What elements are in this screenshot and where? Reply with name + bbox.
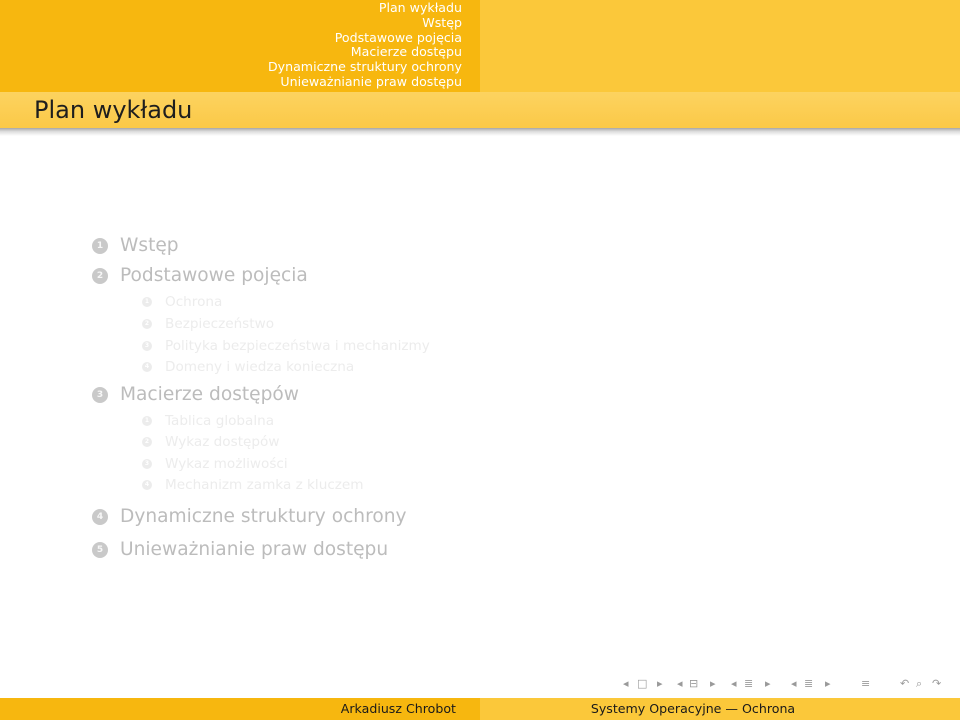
section-number: 3 (92, 387, 108, 403)
section-label: Wstęp (120, 235, 179, 256)
part-icon[interactable]: ≣ (804, 674, 813, 694)
back-icon[interactable]: ↶ (900, 674, 909, 694)
footer-title-panel: Systemy Operacyjne — Ochrona (480, 698, 960, 720)
next-frame-icon[interactable]: ▸ (657, 674, 663, 694)
subsection-label: Ochrona (165, 294, 223, 310)
next-section-icon[interactable]: ▸ (765, 674, 771, 694)
subsection-label: Mechanizm zamka z kluczem (165, 477, 364, 493)
subsection-number: 3 (142, 341, 152, 351)
prev-frame-icon[interactable]: ◂ (623, 674, 629, 694)
next-part-icon[interactable]: ▸ (825, 674, 831, 694)
section-label: Unieważnianie praw dostępu (120, 539, 389, 560)
subsection-label: Wykaz możliwości (165, 456, 288, 472)
prev-section-icon[interactable]: ◂ (731, 674, 737, 694)
subsection-number: 4 (142, 362, 152, 372)
subsection-number: 1 (142, 297, 152, 307)
section-icon[interactable]: ≣ (744, 674, 753, 694)
section-label: Macierze dostępów (120, 384, 300, 405)
next-subsection-icon[interactable]: ▸ (710, 674, 716, 694)
forward-icon[interactable]: ↷ (932, 674, 941, 694)
section-label: Podstawowe pojęcia (120, 265, 308, 286)
prev-part-icon[interactable]: ◂ (791, 674, 797, 694)
subsection-icon[interactable]: ⊟ (689, 674, 698, 694)
subsection-label: Tablica globalna (165, 413, 275, 429)
subsection-number: 2 (142, 437, 152, 447)
section-label: Dynamiczne struktury ochrony (120, 506, 407, 527)
footer-title: Systemy Operacyjne — Ochrona (590, 701, 796, 716)
subsection-number: 3 (142, 459, 152, 469)
section-number: 2 (92, 268, 108, 284)
navigation-symbols: ◂ □ ▸ ◂ ⊟ ▸ ◂ ≣ ▸ ◂ ≣ ▸ ≡ ↶ ⌕ ↷ (620, 674, 960, 694)
section-number: 1 (92, 238, 108, 254)
subsection-label: Polityka bezpieczeństwa i mechanizmy (165, 338, 430, 354)
subsection-number: 1 (142, 416, 152, 426)
search-icon[interactable]: ⌕ (916, 674, 922, 694)
prev-subsection-icon[interactable]: ◂ (677, 674, 683, 694)
frame-icon[interactable]: □ (637, 674, 647, 694)
subsection-label: Bezpieczeństwo (165, 316, 275, 332)
outline: 1 Wstęp 2 Podstawowe pojęcia 1 Ochrona 2… (0, 0, 960, 720)
subsection-number: 2 (142, 319, 152, 329)
subsection-label: Domeny i wiedza konieczna (165, 359, 355, 375)
subsection-label: Wykaz dostępów (165, 434, 280, 450)
section-number: 4 (92, 509, 108, 525)
footer-author-panel: Arkadiusz Chrobot (0, 698, 480, 720)
footer-author: Arkadiusz Chrobot (340, 701, 456, 716)
document-icon[interactable]: ≡ (861, 674, 870, 694)
subsection-number: 4 (142, 480, 152, 490)
section-number: 5 (92, 542, 108, 558)
